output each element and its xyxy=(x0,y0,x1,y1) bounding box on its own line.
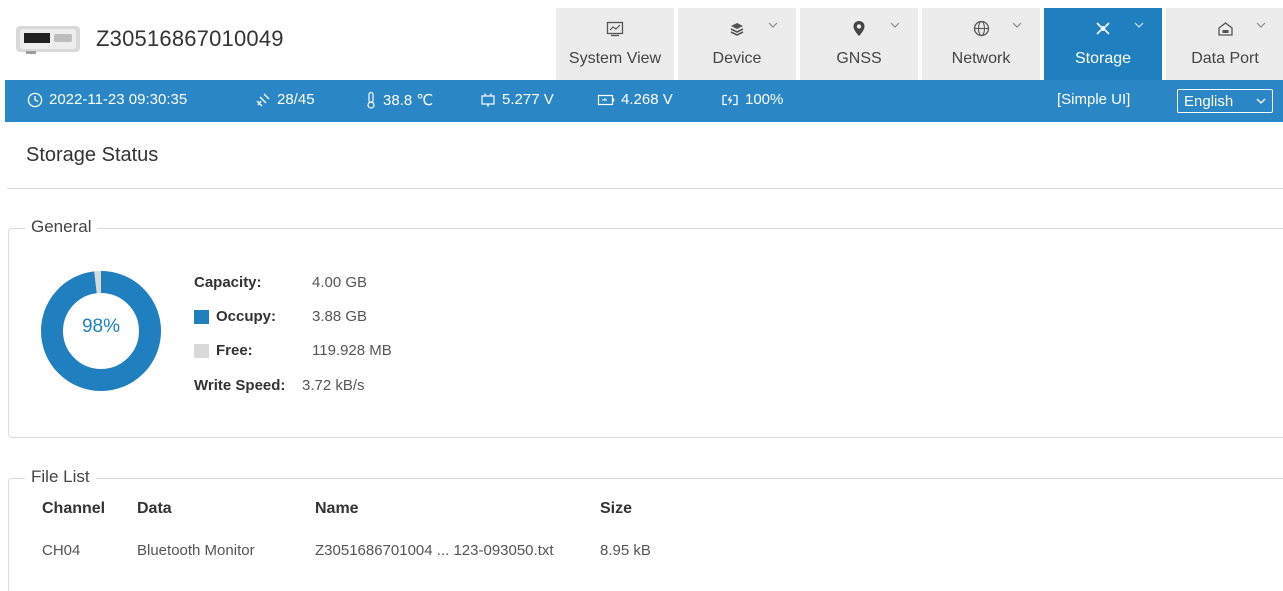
capacity-label: Capacity: xyxy=(194,274,262,291)
cell-channel: CH04 xyxy=(42,542,81,559)
cell-size: 8.95 kB xyxy=(600,542,651,559)
occupy-label: Occupy: xyxy=(216,308,277,325)
title-divider xyxy=(7,188,1283,189)
capacity-value: 4.00 GB xyxy=(312,274,368,291)
tab-label: GNSS xyxy=(836,50,882,67)
tab-label: Data Port xyxy=(1191,50,1259,67)
monitor-icon xyxy=(556,18,674,38)
free-row: Free: 119.928 MB xyxy=(194,342,392,359)
file-list-panel: File List xyxy=(8,467,1283,591)
status-datetime: 2022-11-23 09:30:35 xyxy=(27,91,187,108)
chevron-down-icon xyxy=(1134,22,1144,28)
language-select[interactable]: English xyxy=(1177,89,1273,113)
page-title: Storage Status xyxy=(26,144,159,166)
chevron-down-icon xyxy=(1256,22,1266,28)
layers-icon xyxy=(678,18,796,38)
location-pin-icon xyxy=(800,18,918,38)
column-header-size[interactable]: Size xyxy=(600,500,632,518)
main-nav-tabs: System View Device GNSS Network Storage … xyxy=(556,8,1283,80)
battery-voltage-text: 4.268 V xyxy=(621,91,673,108)
tab-gnss[interactable]: GNSS xyxy=(800,8,918,80)
free-value: 119.928 MB xyxy=(312,342,392,359)
clock-icon xyxy=(27,92,43,107)
status-bar: 2022-11-23 09:30:35 28/45 38.8 ℃ 5.277 V… xyxy=(5,80,1283,122)
input-voltage-text: 5.277 V xyxy=(502,91,554,108)
free-swatch xyxy=(194,343,209,358)
tab-label: Network xyxy=(951,50,1011,67)
write-speed-label: Write Speed: xyxy=(194,377,286,394)
device-serial: Z30516867010049 xyxy=(96,26,284,51)
capacity-row: Capacity: 4.00 GB xyxy=(194,274,367,291)
occupy-value: 3.88 GB xyxy=(312,308,368,325)
chevron-down-icon xyxy=(1012,22,1022,28)
chevron-down-icon xyxy=(768,22,778,28)
simple-ui-link[interactable]: [Simple UI] xyxy=(1057,91,1130,108)
occupy-swatch xyxy=(194,309,209,324)
tab-label: Storage xyxy=(1074,50,1132,67)
device-image-icon xyxy=(16,26,80,54)
tab-data-port[interactable]: Data Port xyxy=(1166,8,1283,80)
cell-data: Bluetooth Monitor xyxy=(137,542,255,559)
general-panel: General xyxy=(8,217,1283,438)
usage-percent: 98% xyxy=(81,316,121,337)
tab-network[interactable]: Network xyxy=(922,8,1040,80)
column-header-name[interactable]: Name xyxy=(315,500,359,518)
tab-label: System View xyxy=(568,50,662,67)
status-input-voltage: 5.277 V xyxy=(480,91,554,108)
status-battery-level: 100% xyxy=(721,91,783,108)
status-satellites: 28/45 xyxy=(255,91,315,108)
write-speed-value: 3.72 kB/s xyxy=(302,377,365,394)
chevron-down-icon xyxy=(890,22,900,28)
status-battery-voltage: 4.268 V xyxy=(597,91,673,108)
globe-icon xyxy=(922,18,1040,38)
thermometer-icon xyxy=(367,91,375,109)
tab-storage[interactable]: Storage xyxy=(1044,8,1162,80)
satellite-icon xyxy=(256,93,270,106)
tab-device[interactable]: Device xyxy=(678,8,796,80)
power-plug-icon xyxy=(481,93,495,107)
chevron-down-icon xyxy=(1256,98,1266,104)
write-speed-row: Write Speed: 3.72 kB/s xyxy=(194,377,365,394)
status-temperature: 38.8 ℃ xyxy=(365,91,433,109)
tab-system-view[interactable]: System View xyxy=(556,8,674,80)
free-label: Free: xyxy=(216,342,253,359)
tab-label: Device xyxy=(712,50,762,67)
datetime-text: 2022-11-23 09:30:35 xyxy=(49,91,188,108)
cell-file-name[interactable]: Z3051686701004 ... 123-093050.txt xyxy=(315,542,554,559)
language-value: English xyxy=(1184,92,1234,110)
column-header-data[interactable]: Data xyxy=(137,500,172,518)
app-header: Z30516867010049 System View Device GNSS xyxy=(0,0,1283,80)
file-list-legend: File List xyxy=(25,467,96,487)
battery-icon xyxy=(597,94,615,105)
column-header-channel[interactable]: Channel xyxy=(42,500,105,518)
charging-icon xyxy=(722,94,738,105)
battery-level-text: 100% xyxy=(745,91,784,108)
satellites-text: 28/45 xyxy=(277,91,315,108)
temperature-text: 38.8 ℃ xyxy=(383,92,434,109)
general-legend: General xyxy=(25,217,98,237)
storage-icon xyxy=(1044,18,1162,38)
occupy-row: Occupy: 3.88 GB xyxy=(194,308,367,325)
